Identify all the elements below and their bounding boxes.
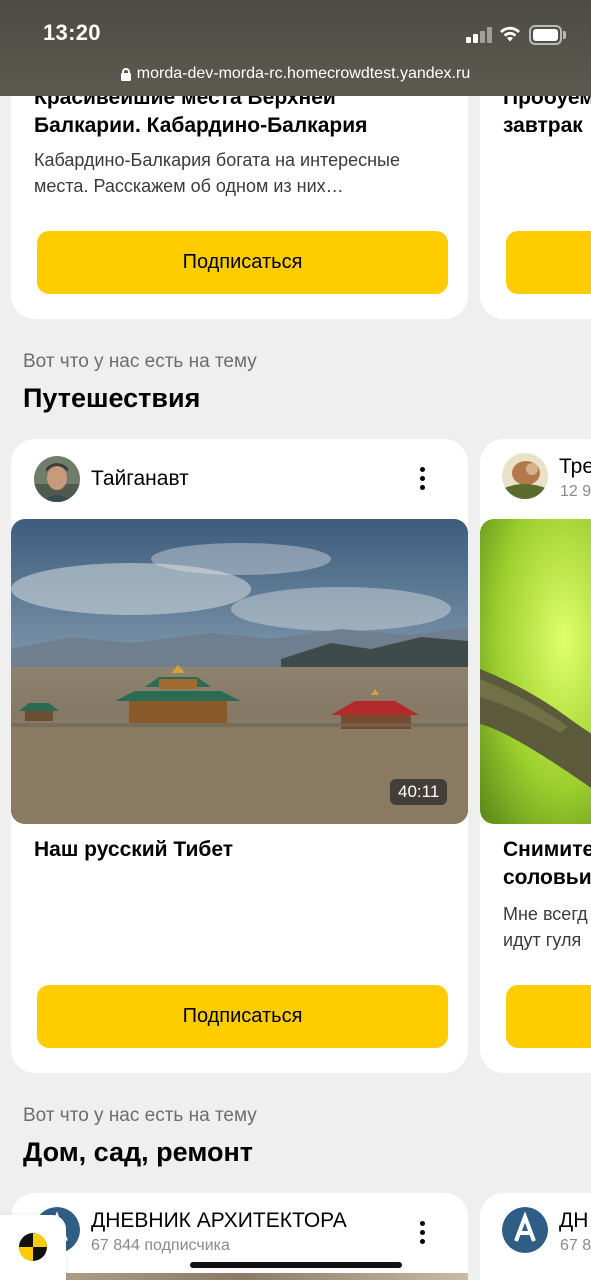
video-duration: 40:11 xyxy=(390,779,448,805)
channel-name[interactable]: Тре xyxy=(559,455,591,479)
battery-icon xyxy=(529,25,566,45)
section-caption: Вот что у нас есть на тему xyxy=(23,1105,257,1126)
signal-icon xyxy=(466,27,492,43)
subscribe-button[interactable] xyxy=(506,231,591,294)
video-card[interactable]: Тайганавт 40:11 Наш русский Тибет Подпис… xyxy=(11,439,468,1073)
channel-avatar[interactable] xyxy=(34,456,80,502)
home-indicator[interactable] xyxy=(190,1262,402,1268)
subscribe-button[interactable]: Подписаться xyxy=(37,231,448,294)
article-title-line-2: завтрак xyxy=(503,114,583,137)
status-time: 13:20 xyxy=(43,20,101,45)
video-title-line-1[interactable]: Снимите xyxy=(503,836,591,864)
channel-card[interactable]: ДН 67 8 xyxy=(480,1193,591,1280)
wifi-icon xyxy=(500,26,520,42)
more-dots-icon[interactable] xyxy=(419,1221,427,1247)
video-thumbnail[interactable] xyxy=(480,519,591,824)
channel-subscribers: 67 844 подписчика xyxy=(91,1237,230,1254)
lock-icon xyxy=(120,67,131,81)
browser-top-bar: 13:20 morda-dev-morda-rc.homecrowdtest.y… xyxy=(0,0,591,96)
subscribe-button[interactable]: Подписаться xyxy=(37,985,448,1048)
channel-name[interactable]: Тайганавт xyxy=(91,467,189,491)
yandex-fab[interactable] xyxy=(0,1215,66,1280)
subscribe-button[interactable] xyxy=(506,985,591,1048)
card-image-strip xyxy=(11,1273,468,1280)
video-description-line-2: идут гуля xyxy=(503,930,582,950)
article-description-line-1: Кабардино-Балкария богата на интересные xyxy=(34,150,400,170)
video-title[interactable]: Наш русский Тибет xyxy=(34,836,233,864)
section-heading: Дом, сад, ремонт xyxy=(23,1137,253,1167)
video-card[interactable]: Тре 12 9 Снимите соловьи Мне всегд идут … xyxy=(480,439,591,1073)
channel-name[interactable]: ДН xyxy=(559,1209,588,1233)
video-description-line-1: Мне всегд xyxy=(503,904,588,924)
section-heading: Путешествия xyxy=(23,383,201,413)
url-bar[interactable]: morda-dev-morda-rc.homecrowdtest.yandex.… xyxy=(0,60,591,88)
article-description-line-2: места. Расскажем об одном из них… xyxy=(34,176,344,196)
section-caption: Вот что у нас есть на тему xyxy=(23,351,257,372)
channel-avatar[interactable] xyxy=(502,1207,548,1253)
url-text[interactable]: morda-dev-morda-rc.homecrowdtest.yandex.… xyxy=(137,65,470,83)
channel-subscribers: 12 9 xyxy=(560,483,591,500)
channel-name[interactable]: ДНЕВНИК АРХИТЕКТОРА xyxy=(91,1209,347,1233)
yandex-fab-icon xyxy=(19,1233,47,1261)
channel-subscribers: 67 8 xyxy=(560,1237,591,1254)
channel-avatar[interactable] xyxy=(502,453,548,499)
article-title-line-2: Балкарии. Кабардино-Балкария xyxy=(34,114,368,137)
video-title-line-2[interactable]: соловьи xyxy=(503,864,591,892)
more-dots-icon[interactable] xyxy=(419,467,427,493)
